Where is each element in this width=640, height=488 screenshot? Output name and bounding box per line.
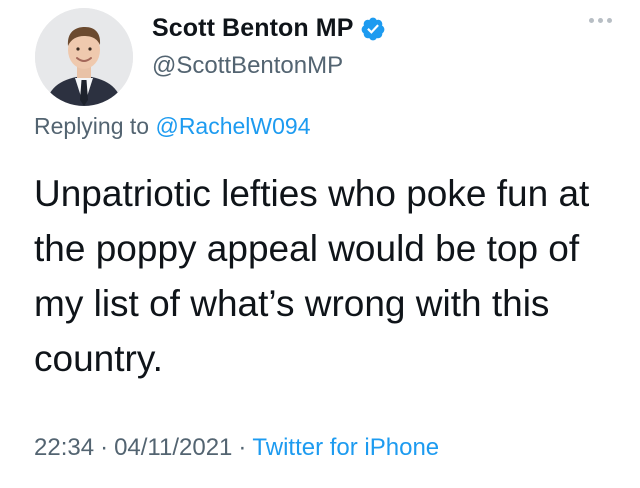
- avatar[interactable]: [35, 8, 133, 106]
- dot: [607, 18, 612, 23]
- profile-photo: [35, 8, 133, 106]
- tweet-text: Unpatriotic lefties who poke fun at the …: [34, 173, 590, 379]
- tweet-time[interactable]: 22:34: [34, 434, 94, 461]
- tweet-date[interactable]: 04/11/2021: [114, 434, 232, 461]
- author-name-row: Scott Benton MP: [152, 14, 386, 43]
- replying-to: Replying to @RachelW094: [34, 113, 311, 140]
- tweet-meta: 22:34 · 04/11/2021 · Twitter for iPhone: [34, 434, 439, 462]
- reply-mention-link[interactable]: @RachelW094: [155, 113, 310, 139]
- author-handle[interactable]: @ScottBentonMP: [152, 52, 343, 80]
- tweet-card: Scott Benton MP @ScottBentonMP Replying …: [0, 0, 640, 488]
- replying-prefix: Replying to: [34, 113, 156, 139]
- tweet-source-link[interactable]: Twitter for iPhone: [252, 434, 439, 461]
- display-name[interactable]: Scott Benton MP: [152, 14, 354, 43]
- verified-badge-icon: [360, 16, 386, 42]
- dot: [598, 18, 603, 23]
- meta-separator: ·: [238, 434, 247, 461]
- dot: [589, 18, 594, 23]
- more-options-icon[interactable]: [589, 18, 612, 23]
- meta-separator: ·: [100, 434, 109, 461]
